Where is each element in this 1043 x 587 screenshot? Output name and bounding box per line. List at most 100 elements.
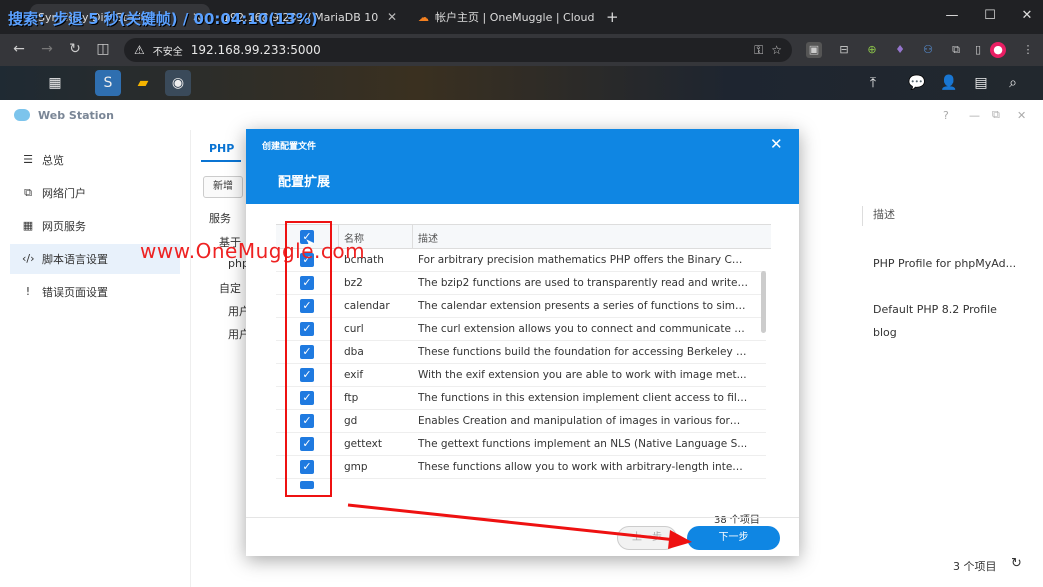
reload-icon[interactable]: ↻ (66, 41, 84, 57)
split-view-icon[interactable]: ◫ (94, 41, 112, 57)
url-bar[interactable]: ⚠ 不安全 192.168.99.233:5000 ⚿ ☆ (124, 38, 792, 62)
puzzle-icon[interactable]: ⧉ (948, 42, 964, 58)
group-label-custom: 自定 (219, 282, 241, 295)
tab-underline (201, 160, 241, 162)
scrollbar[interactable] (761, 271, 766, 333)
sidebar-item-label: 总览 (42, 154, 64, 167)
extension-desc: For arbitrary precision mathematics PHP … (418, 254, 748, 266)
sidebar-item-portal[interactable]: ⧉ 网络门户 (10, 178, 180, 208)
widgets-icon[interactable]: ▤ (968, 70, 994, 96)
dialog-step-title: 配置扩展 (278, 175, 331, 190)
table-row[interactable]: ✓ gmp These functions allow you to work wi… (276, 456, 766, 479)
code-icon: ‹/› (22, 252, 35, 265)
extension-icon[interactable]: ♦ (892, 42, 908, 58)
cloud-icon: ☁ (418, 10, 429, 24)
checkbox[interactable]: ✓ (300, 322, 314, 336)
extension-desc: Enables Creation and manipulation of ima… (418, 415, 748, 427)
dialog-title: 创建配置文件 (262, 142, 317, 152)
maximize-icon[interactable]: ☐ (980, 8, 1000, 23)
extension-icon[interactable]: ⊕ (864, 42, 880, 58)
checkbox[interactable]: ✓ (300, 368, 314, 382)
sidebar-item-service[interactable]: ▦ 网页服务 (10, 211, 180, 241)
item-count: 3 个项目 (953, 560, 997, 573)
row-desc-1: PHP Profile for phpMyAd... (873, 257, 1017, 270)
search-icon[interactable]: ⌕ (1000, 70, 1026, 96)
main-menu-icon[interactable]: ▦ (42, 70, 68, 96)
row-desc-2: Default PHP 8.2 Profile (873, 303, 997, 316)
star-icon[interactable]: ☆ (771, 43, 782, 57)
insecure-label: 不安全 (152, 46, 183, 58)
restore-icon[interactable]: ⧉ (992, 108, 1000, 122)
checkbox[interactable]: ✓ (300, 345, 314, 359)
sidebar-item-label: 网络门户 (42, 187, 86, 200)
back-icon[interactable]: ← (10, 41, 28, 57)
profile-icon[interactable]: ● (990, 42, 1006, 58)
web-station-icon[interactable]: ◉ (165, 70, 191, 96)
sidebar-item-error-page[interactable]: ! 错误页面设置 (10, 277, 180, 307)
sidepanel-icon[interactable]: ▯ (970, 42, 986, 58)
close-window-icon[interactable]: ✕ (1017, 8, 1037, 23)
new-tab-button[interactable]: + (598, 4, 618, 30)
tab-php[interactable]: PHP (209, 142, 234, 155)
checkbox[interactable]: ✓ (300, 437, 314, 451)
table-row[interactable]: ✓ gettext The gettext functions implement … (276, 433, 766, 456)
help-icon[interactable]: ? (943, 109, 949, 122)
checkbox[interactable]: ✓ (300, 414, 314, 428)
key-icon[interactable]: ⚿ (754, 43, 763, 58)
package-center-icon[interactable]: S (95, 70, 121, 96)
close-icon[interactable]: ✕ (387, 10, 397, 24)
extension-name: gd (344, 415, 358, 427)
table-row[interactable]: ✓ curl The curl extension allows you to co… (276, 318, 766, 341)
warning-icon[interactable]: ⚠ (134, 43, 145, 57)
extension-name: gmp (344, 461, 368, 473)
checkbox[interactable]: ✓ (300, 391, 314, 405)
tab-cloudflare[interactable]: ☁ 帐户主页 | OneMuggle | Cloud✕ (410, 4, 595, 30)
close-icon[interactable]: ✕ (1017, 109, 1026, 122)
next-button[interactable]: 下一步 (687, 526, 780, 550)
user-icon[interactable]: 👤 (936, 70, 962, 96)
create-profile-dialog: 创建配置文件 ✕ 配置扩展 ✓ 名称 描述 ✓ bcmath For arbitra… (246, 129, 799, 556)
extension-icon[interactable]: ⚇ (920, 42, 936, 58)
extension-icon[interactable]: ▣ (806, 42, 822, 58)
dsm-taskbar: ▦ S ▰ ◉ ⤒ 💬 👤 ▤ ⌕ (0, 66, 1043, 100)
footer-divider (246, 517, 799, 518)
sidebar: ☰ 总览 ⧉ 网络门户 ▦ 网页服务 ‹/› 脚本语言设置 ! 错误页面设置 (0, 130, 190, 587)
sidebar-item-overview[interactable]: ☰ 总览 (10, 145, 180, 175)
refresh-icon[interactable]: ↻ (1011, 556, 1022, 571)
prev-button[interactable]: 上一步 (617, 526, 677, 550)
file-station-icon[interactable]: ▰ (130, 70, 156, 96)
add-button[interactable]: 新增 (203, 176, 243, 198)
close-icon[interactable]: ✕ (770, 135, 783, 153)
table-row[interactable]: ✓ dba These functions build the foundation… (276, 341, 766, 364)
table-row[interactable]: ✓ gd Enables Creation and manipulation of … (276, 410, 766, 433)
minimize-icon[interactable]: — (969, 109, 980, 122)
menu-icon[interactable]: ⋮ (1020, 42, 1036, 58)
checkbox[interactable]: ✓ (300, 276, 314, 290)
checkbox[interactable] (300, 481, 314, 489)
upload-icon[interactable]: ⤒ (860, 70, 886, 96)
dialog-header: 创建配置文件 ✕ 配置扩展 (246, 129, 799, 204)
checkbox[interactable]: ✓ (300, 460, 314, 474)
table-row[interactable]: ✓ bz2 The bzip2 functions are used to tran… (276, 272, 766, 295)
checkbox[interactable]: ✓ (300, 299, 314, 313)
video-overlay-text: 搜索：步退 5 秒(关键帧) / 00:04:10(13%) (8, 10, 318, 28)
extension-name: exif (344, 369, 364, 381)
item-count: 38 个项目 (714, 515, 760, 526)
window-title: Web Station (38, 108, 114, 122)
url-text: 192.168.99.233:5000 (190, 43, 321, 57)
watermark: www.OneMuggle.com (140, 239, 366, 263)
minimize-icon[interactable]: — (942, 8, 962, 23)
table-row[interactable]: ✓ ftp The functions in this extension impl… (276, 387, 766, 410)
extension-table: ✓ 名称 描述 ✓ bcmath For arbitrary precision m… (276, 224, 771, 526)
error-page-icon: ! (25, 285, 31, 298)
extension-desc: The gettext functions implement an NLS (… (418, 438, 748, 450)
sidebar-item-label: 错误页面设置 (42, 286, 108, 299)
portal-icon: ⧉ (24, 186, 32, 199)
forward-icon[interactable]: → (38, 41, 56, 57)
service-icon: ▦ (22, 219, 34, 232)
chat-icon[interactable]: 💬 (904, 70, 930, 96)
table-row[interactable]: ✓ exif With the exif extension you are abl… (276, 364, 766, 387)
address-bar-row: ← → ↻ ◫ ⚠ 不安全 192.168.99.233:5000 ⚿ ☆ ▣ … (0, 34, 1043, 66)
extension-icon[interactable]: ⊟ (836, 42, 852, 58)
table-row[interactable]: ✓ calendar The calendar extension presents… (276, 295, 766, 318)
